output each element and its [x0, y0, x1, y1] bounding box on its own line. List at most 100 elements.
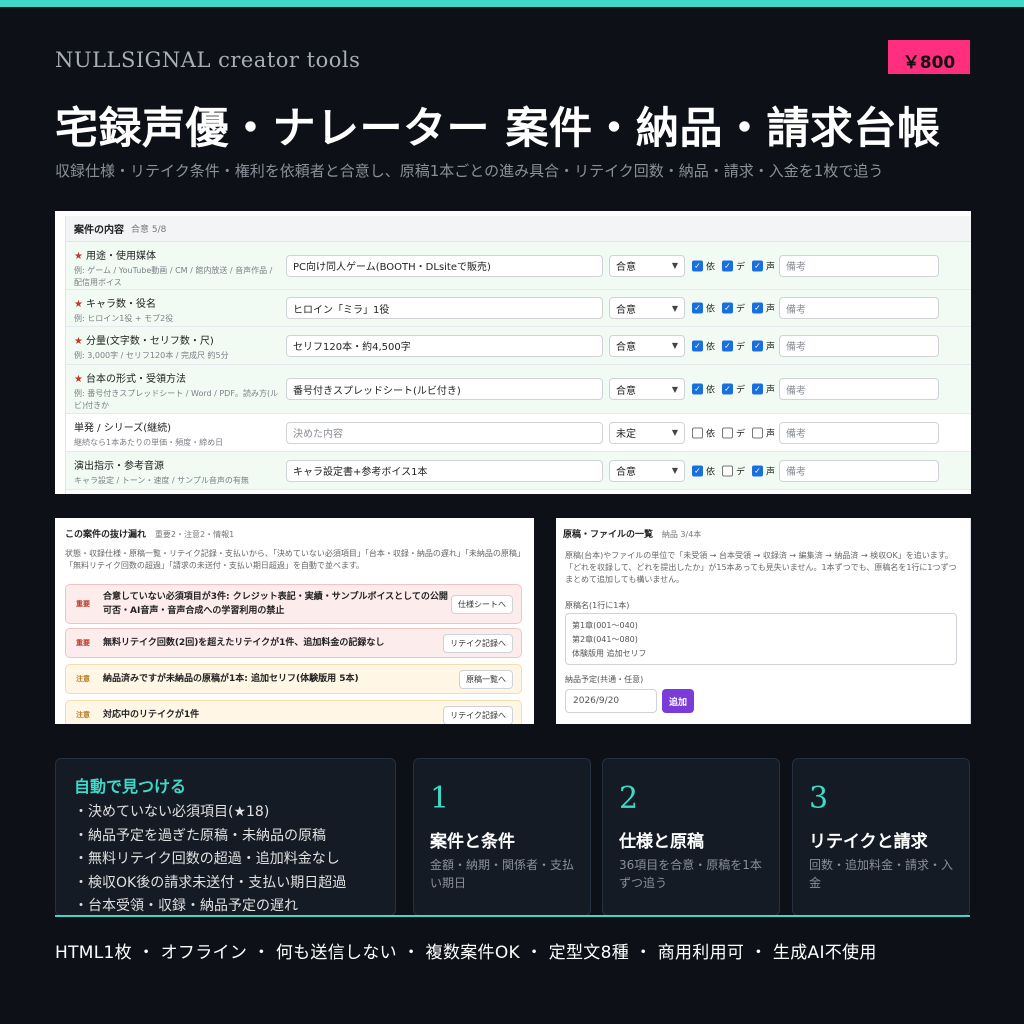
checkbox[interactable]: ✓ — [722, 340, 734, 351]
contract-row: ★ キャラ数・役名 例: ヒロイン1役 + モブ2役 ヒロイン「ミラ」1役 合意 ▼ ✓ 依 ✓… — [66, 290, 971, 327]
issue-link-button[interactable]: リテイク記録へ — [443, 705, 513, 724]
checkbox[interactable]: ✓ — [692, 383, 703, 395]
checkbox[interactable]: ✓ — [692, 302, 703, 314]
row-note-input[interactable]: 備考 — [779, 334, 939, 357]
row-value-input[interactable]: キャラ設定書+参考ボイス1本 — [286, 459, 603, 482]
checkbox[interactable]: ✓ — [752, 465, 764, 476]
row-value-input[interactable]: 番号付きスプレッドシート(ルビ付き) — [286, 378, 603, 400]
status-value: 合意 — [616, 385, 636, 397]
row-title: ★ 分量(文字数・セリフ数・尺) — [74, 332, 279, 347]
checkbox[interactable]: ✓ — [752, 260, 764, 271]
row-checkboxes: ✓ 依 ✓ デ ✓ 声 — [692, 302, 775, 315]
price-badge: ￥800 — [888, 40, 970, 74]
checkbox-label: 声 — [766, 342, 776, 352]
row-status-select[interactable]: 合意 ▼ — [609, 254, 685, 277]
checkbox-label: 声 — [766, 304, 776, 315]
checkbox[interactable]: ✓ — [692, 465, 703, 476]
files-title: 原稿・ファイルの一覧 — [563, 530, 654, 540]
auto-detect-card: 自動で見つける ・決めていない必須項目(★18) ・納品予定を過ぎた原稿・未納品… — [55, 758, 396, 916]
row-status-select[interactable]: 合意 ▼ — [609, 459, 685, 482]
contract-progress: 合意 5/8 — [131, 225, 167, 235]
checkbox[interactable]: ✓ — [752, 383, 764, 395]
row-note-input[interactable]: 備考 — [779, 459, 939, 482]
row-title-text: 演出指示・参考音源 — [74, 461, 164, 472]
checkbox[interactable]: ✓ — [692, 340, 703, 351]
checkbox[interactable] — [722, 427, 734, 438]
row-value-input[interactable]: セリフ120本・約4,500字 — [286, 334, 603, 357]
issue-message: 無料リテイク回数(2回)を超えたリテイクが1件、追加料金の記録なし — [103, 638, 385, 648]
checkbox[interactable]: ✓ — [722, 383, 734, 395]
row-title: ★ 台本の形式・受領方法 — [74, 370, 279, 385]
row-status-select[interactable]: 合意 ▼ — [609, 297, 685, 319]
row-value-input[interactable]: PC向け同人ゲーム(BOOTH・DLsiteで販売) — [286, 254, 603, 277]
due-date-input[interactable]: 2026/9/20 — [565, 689, 657, 713]
file-names-textarea[interactable]: 第1章(001〜040) 第2章(041〜080) 体験版用 追加セリフ — [565, 613, 957, 665]
step-title: リテイクと請求 — [809, 832, 928, 852]
checkbox[interactable]: ✓ — [722, 302, 734, 314]
checkbox[interactable]: ✓ — [692, 260, 703, 271]
row-status-select[interactable]: 合意 ▼ — [609, 334, 685, 357]
checkbox[interactable]: ✓ — [722, 260, 734, 271]
checkbox-label: 依 — [706, 467, 716, 477]
row-label: 演出指示・参考音源 キャラ設定 / トーン・速度 / サンプル音声の有無 — [74, 457, 279, 487]
gaps-description: 状態・収録仕様・原稿一覧・リテイク記録・支払いから、「決めていない必須項目」「台… — [65, 549, 525, 570]
row-note-input[interactable]: 備考 — [779, 378, 939, 400]
issue-item: 重要 無料リテイク回数(2回)を超えたリテイクが1件、追加料金の記録なし リテイク記… — [65, 628, 522, 658]
step-title: 案件と条件 — [430, 832, 515, 852]
checkbox[interactable] — [752, 427, 764, 438]
add-button[interactable]: 追加 — [662, 689, 694, 713]
status-value: 合意 — [616, 262, 636, 273]
checkbox-label: デ — [736, 385, 746, 396]
row-checkboxes: ✓ 依 ✓ デ ✓ 声 — [692, 383, 775, 396]
brand-name: NULLSIGNAL creator tools — [55, 48, 361, 72]
checkbox[interactable] — [692, 427, 703, 438]
required-star-icon: ★ — [74, 251, 83, 262]
row-status-select[interactable]: 未定 ▼ — [609, 421, 685, 444]
row-title-text: 分量(文字数・セリフ数・尺) — [85, 336, 214, 347]
issue-link-button[interactable]: 原稿一覧へ — [459, 669, 513, 689]
step-card-2: 2 仕様と原稿 36項目を合意・原稿を1本ずつ追う — [602, 758, 780, 916]
row-value-input[interactable]: ヒロイン「ミラ」1役 — [286, 297, 603, 319]
contract-panel: 案件の内容 合意 5/8 ★ 用途・使用媒体 例: ゲーム / YouTube動画 … — [55, 211, 971, 494]
files-header: 原稿・ファイルの一覧 納品 3/4本 — [556, 518, 970, 540]
checkbox-label: デ — [736, 429, 746, 439]
contract-row: 演出指示・参考音源 キャラ設定 / トーン・速度 / サンプル音声の有無 キャラ設定… — [66, 452, 971, 490]
row-value-input[interactable]: 決めた内容 — [286, 421, 603, 444]
row-checkboxes: ✓ 依デ ✓ 声 — [692, 464, 775, 477]
checkbox-label: 依 — [706, 429, 716, 439]
row-label: 単発 / シリーズ(継続) 継続なら1本あたりの単価・頻度・締め日 — [74, 419, 279, 449]
issue-link-button[interactable]: リテイク記録へ — [443, 633, 513, 653]
issue-level-badge: 重要 — [76, 639, 90, 647]
checkbox[interactable]: ✓ — [752, 302, 764, 314]
row-description: 例: 3,000字 / セリフ120本 / 完成尺 約5分 — [74, 351, 229, 360]
checkbox[interactable] — [722, 465, 734, 476]
row-note-input[interactable]: 備考 — [779, 421, 939, 444]
chevron-down-icon: ▼ — [671, 466, 678, 475]
gaps-header: この案件の抜け漏れ 重要2・注意2・情報1 — [58, 518, 534, 540]
row-description: 継続なら1本あたりの単価・頻度・締め日 — [74, 438, 224, 447]
status-value: 合意 — [616, 304, 636, 316]
contract-rows: ★ 用途・使用媒体 例: ゲーム / YouTube動画 / CM / 館内放送 /… — [66, 242, 971, 490]
row-note-input[interactable]: 備考 — [779, 297, 939, 319]
required-star-icon: ★ — [74, 374, 83, 385]
contract-row: ★ 用途・使用媒体 例: ゲーム / YouTube動画 / CM / 館内放送 /… — [66, 242, 971, 290]
checkbox[interactable]: ✓ — [752, 340, 764, 351]
step-card-1: 1 案件と条件 金額・納期・関係者・支払い期日 — [413, 758, 591, 916]
checkbox-label: デ — [736, 304, 746, 315]
file-names-label: 原稿名(1行に1本) — [565, 601, 630, 610]
chevron-down-icon: ▼ — [671, 261, 678, 270]
auto-detect-item: ・納品予定を過ぎた原稿・未納品の原稿 — [74, 827, 326, 844]
row-note-input[interactable]: 備考 — [779, 254, 939, 277]
auto-detect-item: ・決めていない必須項目(★18) — [74, 804, 270, 820]
row-status-select[interactable]: 合意 ▼ — [609, 378, 685, 400]
issue-message: 納品済みですが未納品の原稿が1本: 追加セリフ(体験版用 5本) — [103, 674, 359, 684]
row-checkboxes: 依デ声 — [692, 426, 775, 439]
chevron-down-icon: ▼ — [671, 384, 678, 394]
row-description: 例: 番号付きスプレッドシート / Word / PDF。読み方(ルビ)付きか — [74, 389, 279, 410]
issue-link-button[interactable]: 仕様シートへ — [451, 594, 513, 614]
issue-item: 注意 対応中のリテイクが1件 リテイク記録へ — [65, 700, 522, 724]
row-title: ★ キャラ数・役名 — [74, 295, 279, 310]
row-checkboxes: ✓ 依 ✓ デ ✓ 声 — [692, 339, 775, 352]
step-description: 金額・納期・関係者・支払い期日 — [430, 858, 575, 890]
issue-level-badge: 注意 — [76, 711, 90, 719]
